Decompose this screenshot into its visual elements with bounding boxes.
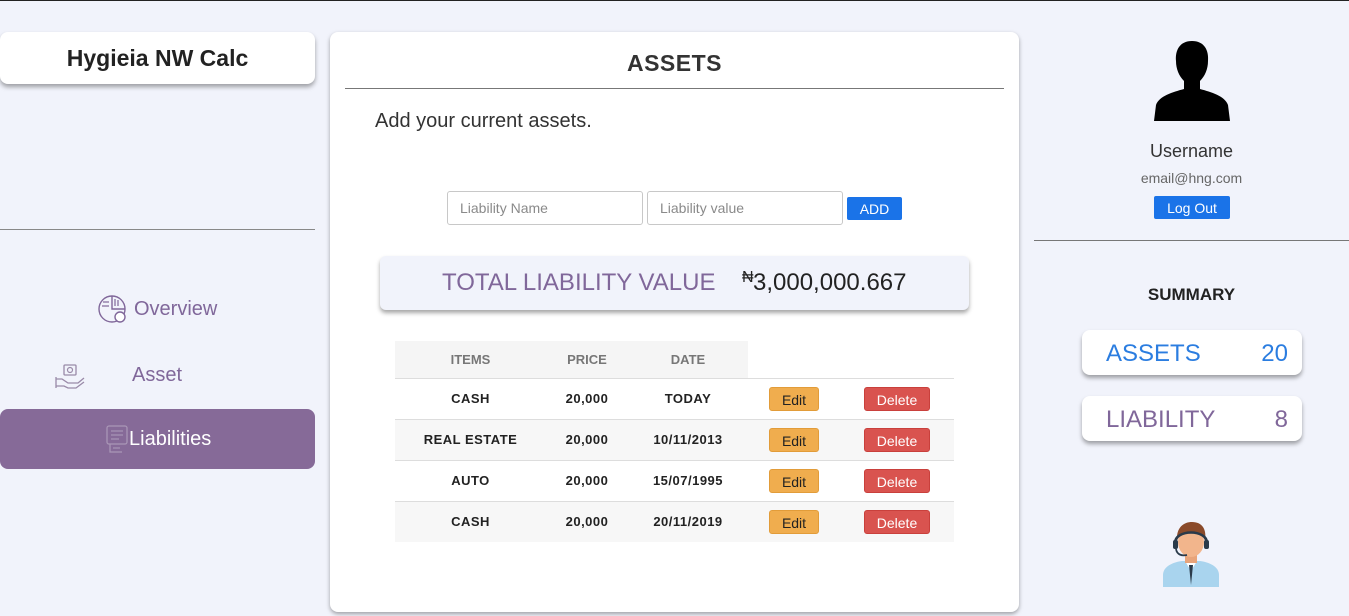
- profile-divider: [1034, 240, 1349, 241]
- cell-price: 20,000: [546, 418, 628, 460]
- cell-item: REAL ESTATE: [395, 418, 546, 460]
- edit-button[interactable]: Edit: [769, 386, 819, 411]
- cell-edit: Edit: [748, 377, 840, 419]
- sidebar-divider: [0, 229, 315, 230]
- items-table: ITEMS PRICE DATE CASH 20,000 TODAY Edit …: [395, 341, 954, 542]
- cell-date: 15/07/1995: [628, 459, 748, 501]
- cell-date: TODAY: [628, 377, 748, 419]
- delete-button[interactable]: Delete: [864, 386, 930, 411]
- summary-liability-count: 8: [1274, 406, 1288, 433]
- edit-button[interactable]: Edit: [769, 468, 819, 493]
- cell-delete: Delete: [840, 377, 954, 419]
- sidebar-item-label: Asset: [132, 364, 183, 386]
- currency-symbol: ₦: [742, 269, 754, 286]
- cell-item: CASH: [395, 377, 546, 419]
- cell-edit: Edit: [748, 459, 840, 501]
- total-liability-card: TOTAL LIABILITY VALUE ₦ 3,000,000.667: [380, 256, 969, 310]
- page-subtitle: Add your current assets.: [375, 110, 592, 132]
- title-divider: [345, 88, 1004, 89]
- column-header-date: DATE: [628, 341, 748, 378]
- summary-assets-card: ASSETS 20: [1082, 330, 1302, 375]
- sidebar-item-liabilities[interactable]: Liabilities: [0, 409, 315, 469]
- support-agent-icon[interactable]: [1160, 519, 1222, 587]
- delete-button[interactable]: Delete: [864, 468, 930, 493]
- total-value: 3,000,000.667: [753, 269, 907, 296]
- cell-delete: Delete: [840, 500, 954, 542]
- cell-item: CASH: [395, 500, 546, 542]
- pie-chart-icon: [98, 295, 126, 323]
- cell-price: 20,000: [546, 500, 628, 542]
- brand-title: Hygieia NW Calc: [0, 32, 315, 84]
- summary-title: SUMMARY: [1147, 285, 1236, 304]
- main-panel: ASSETS Add your current assets. ADD TOTA…: [330, 32, 1019, 612]
- cell-date: 20/11/2019: [628, 500, 748, 542]
- add-button[interactable]: ADD: [847, 197, 902, 220]
- summary-liability-card: LIABILITY 8: [1082, 396, 1302, 441]
- edit-button[interactable]: Edit: [769, 509, 819, 534]
- page-title: ASSETS: [626, 50, 723, 76]
- delete-button[interactable]: Delete: [864, 427, 930, 452]
- cell-item: AUTO: [395, 459, 546, 501]
- hand-holding-money-icon: [55, 364, 85, 389]
- summary-liability-label: LIABILITY: [1106, 406, 1216, 433]
- column-header-blank: [748, 341, 840, 378]
- user-email: email@hng.com: [1140, 170, 1243, 186]
- cell-price: 20,000: [546, 377, 628, 419]
- liability-name-input[interactable]: [447, 191, 643, 225]
- logout-button[interactable]: Log Out: [1154, 196, 1230, 219]
- sidebar-item-overview[interactable]: Overview: [0, 284, 315, 334]
- cell-edit: Edit: [748, 418, 840, 460]
- table-row: REAL ESTATE 20,000 10/11/2013 Edit Delet…: [395, 418, 954, 460]
- edit-button[interactable]: Edit: [769, 427, 819, 452]
- table-row: CASH 20,000 TODAY Edit Delete: [395, 377, 954, 419]
- column-header-price: PRICE: [546, 341, 628, 378]
- summary-assets-label: ASSETS: [1106, 340, 1201, 367]
- table-row: CASH 20,000 20/11/2019 Edit Delete: [395, 500, 954, 542]
- total-label: TOTAL LIABILITY VALUE: [442, 269, 716, 296]
- delete-button[interactable]: Delete: [864, 509, 930, 534]
- cell-price: 20,000: [546, 459, 628, 501]
- table-row: AUTO 20,000 15/07/1995 Edit Delete: [395, 459, 954, 501]
- cell-edit: Edit: [748, 500, 840, 542]
- column-header-items: ITEMS: [395, 341, 546, 378]
- table-header-row: ITEMS PRICE DATE: [395, 341, 954, 378]
- sidebar-item-asset[interactable]: Asset: [0, 350, 315, 400]
- sidebar-item-label: Liabilities: [129, 428, 212, 450]
- summary-assets-count: 20: [1261, 340, 1288, 367]
- column-header-blank: [840, 341, 954, 378]
- cell-date: 10/11/2013: [628, 418, 748, 460]
- cell-delete: Delete: [840, 418, 954, 460]
- user-silhouette-icon: [1154, 41, 1230, 121]
- liability-value-input[interactable]: [647, 191, 843, 225]
- cell-delete: Delete: [840, 459, 954, 501]
- username: Username: [1149, 141, 1234, 161]
- sidebar-item-label: Overview: [134, 298, 218, 320]
